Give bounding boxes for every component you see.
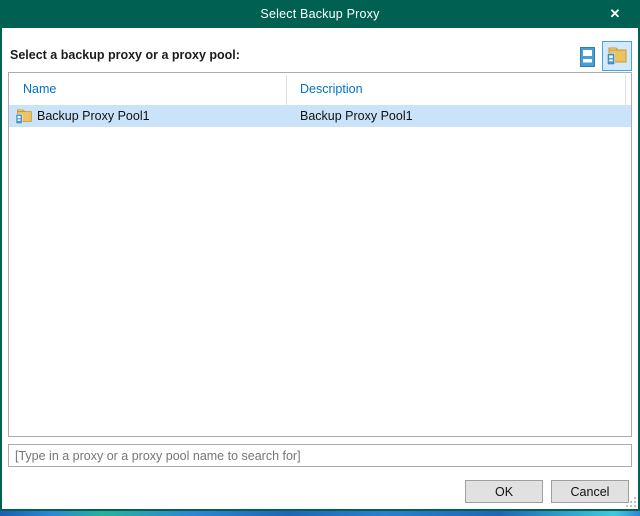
row-name-cell: Backup Proxy Pool1	[9, 108, 150, 125]
close-button[interactable]: ✕	[600, 0, 630, 28]
select-backup-proxy-dialog: Select Backup Proxy ✕ Select a backup pr…	[0, 0, 640, 511]
proxy-list[interactable]: Name Description Bac	[8, 72, 632, 437]
background-window-edge	[0, 511, 640, 516]
proxy-pool-icon	[606, 46, 628, 66]
row-description-text: Backup Proxy Pool1	[300, 105, 413, 127]
proxy-pools-view-button[interactable]	[602, 41, 632, 71]
dialog-body: Select a backup proxy or a proxy pool:	[2, 28, 638, 509]
ok-button[interactable]: OK	[465, 480, 543, 503]
resize-grip-icon[interactable]	[625, 496, 637, 508]
title-bar[interactable]: Select Backup Proxy ✕	[2, 0, 638, 28]
proxy-pool-icon	[15, 108, 33, 125]
server-icon	[580, 47, 595, 67]
search-input[interactable]	[8, 444, 632, 467]
column-header-description[interactable]: Description	[300, 82, 363, 96]
proxies-view-button[interactable]	[574, 43, 600, 71]
table-row[interactable]: Backup Proxy Pool1 Backup Proxy Pool1	[9, 105, 631, 127]
row-name-text: Backup Proxy Pool1	[37, 109, 150, 123]
cancel-button[interactable]: Cancel	[551, 480, 629, 503]
table-header: Name Description	[9, 73, 631, 105]
column-header-name[interactable]: Name	[23, 82, 56, 96]
prompt-label: Select a backup proxy or a proxy pool:	[10, 48, 240, 62]
dialog-title: Select Backup Proxy	[260, 7, 379, 21]
